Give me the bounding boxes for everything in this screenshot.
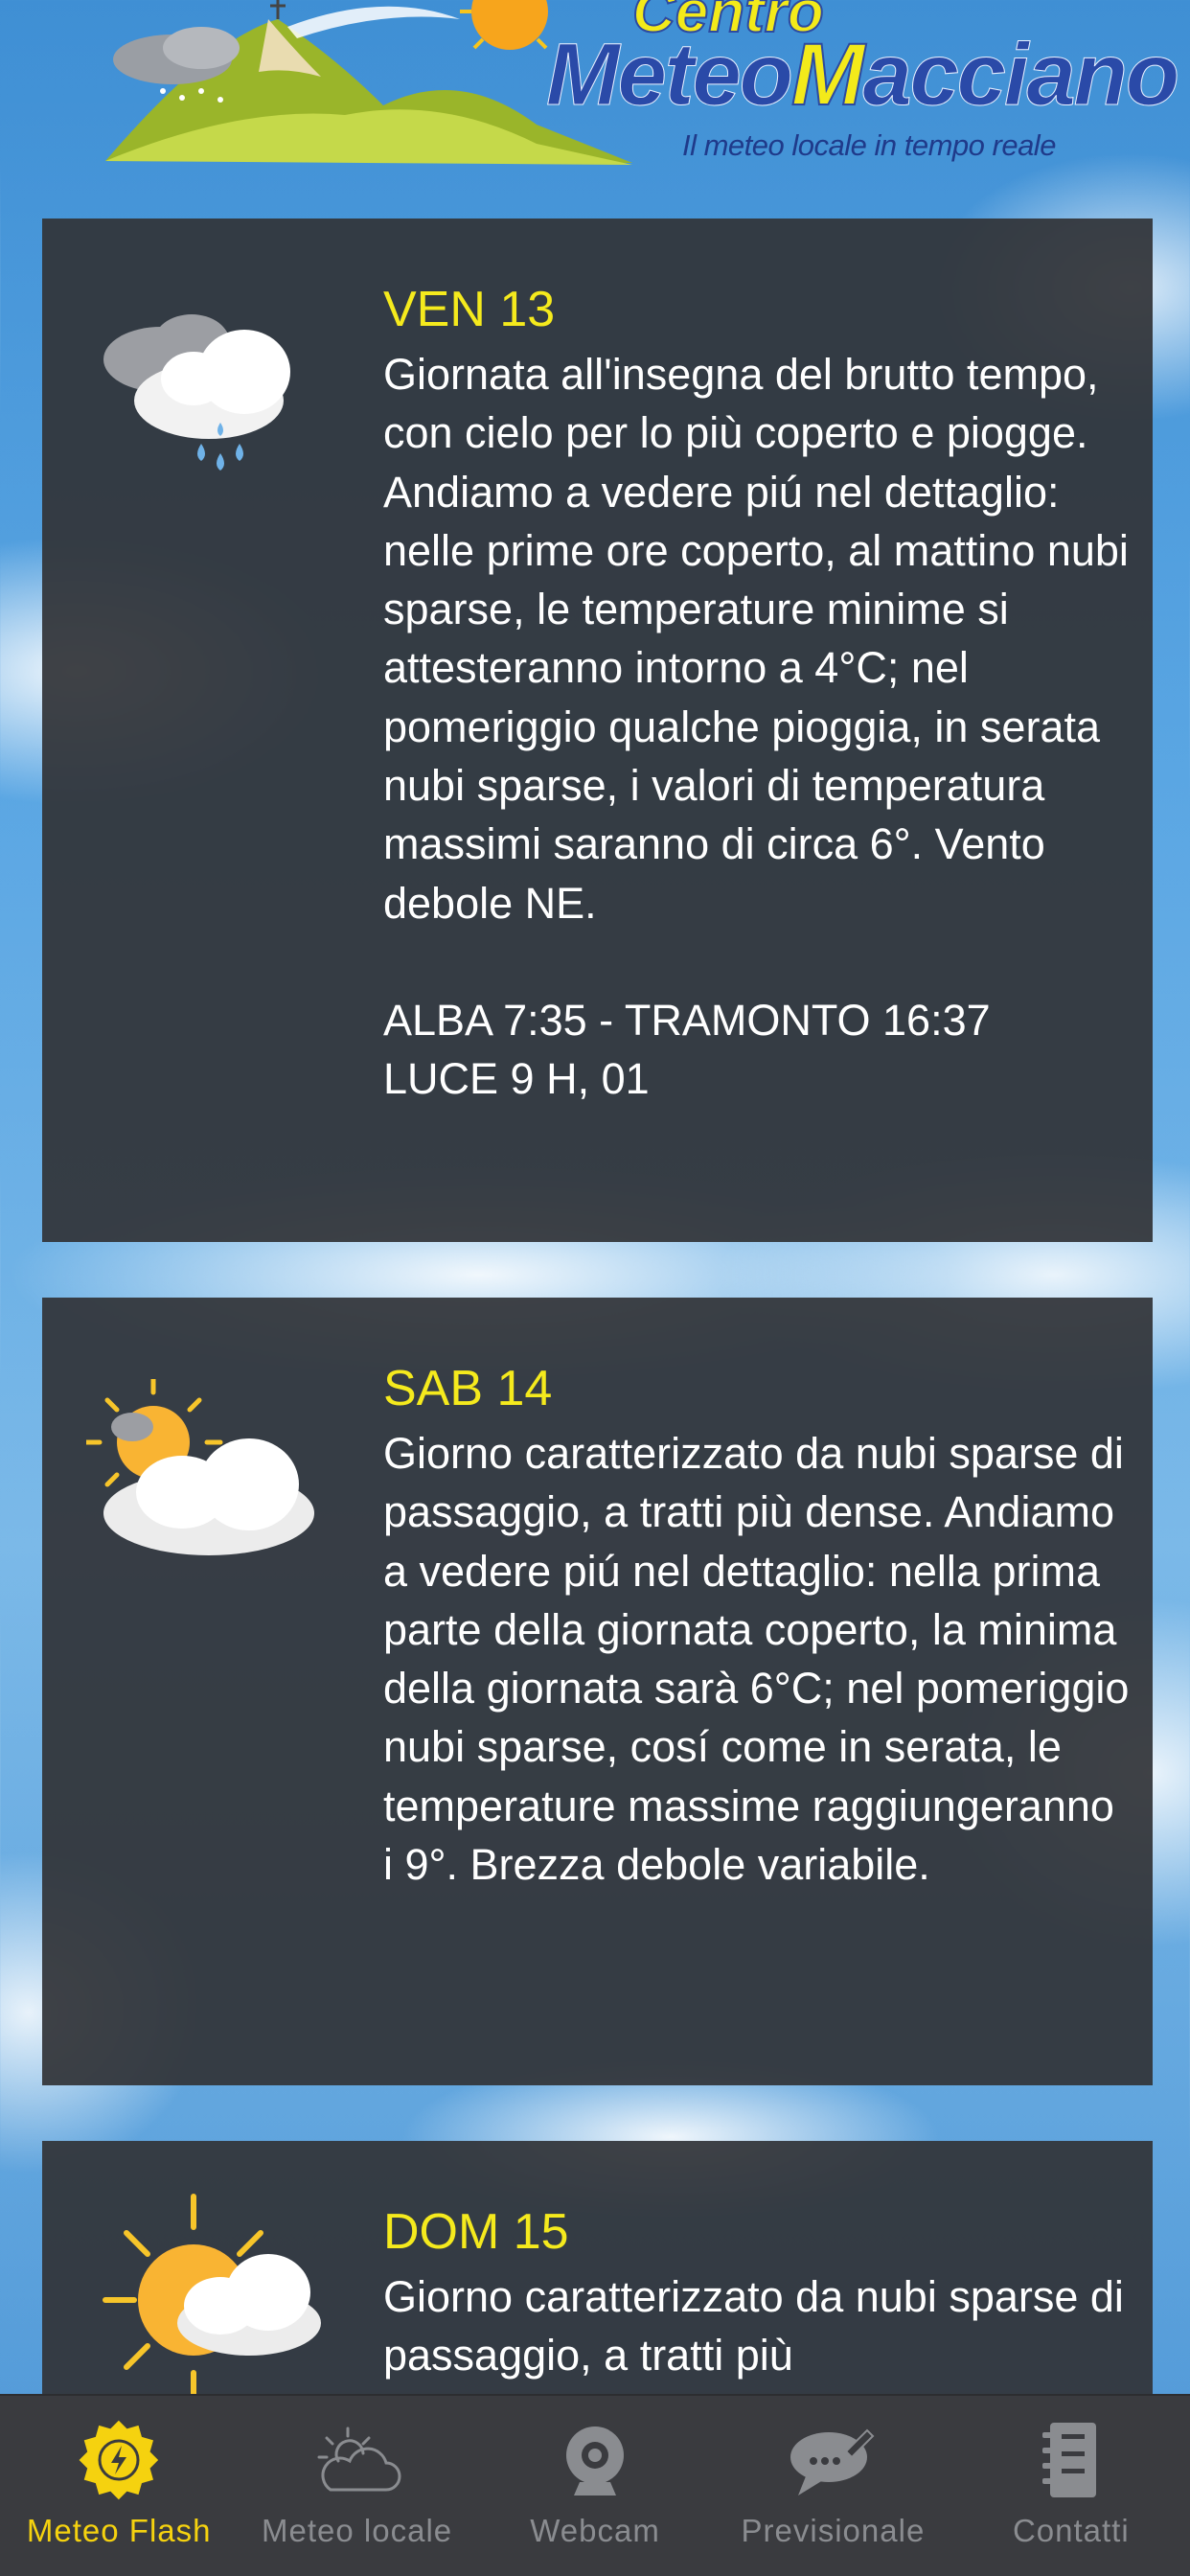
forecast-description: Giorno caratterizzato da nubi sparse di … — [383, 1429, 1130, 1890]
tab-label: Meteo Flash — [26, 2513, 212, 2548]
tab-bar: Meteo Flash Meteo locale Webcam Previsio… — [0, 2394, 1190, 2576]
sunrise-sunset: ALBA 7:35 - TRAMONTO 16:37 — [383, 995, 991, 1045]
tab-label: Meteo locale — [262, 2513, 453, 2548]
sun-cloud-icon — [103, 2194, 321, 2406]
logo-subtitle: Il meteo locale in tempo reale — [682, 128, 1056, 162]
logo-m-initial: M — [790, 26, 866, 124]
tab-label: Webcam — [530, 2513, 660, 2548]
forecast-card: VEN 13 Giornata all'insegna del brutto t… — [42, 218, 1153, 1242]
webcam-icon — [566, 2426, 625, 2496]
forecast-description: Giorno caratterizzato da nubi sparse di … — [383, 2272, 1124, 2380]
rain-cloud-icon — [103, 314, 290, 471]
tab-meteo-flash[interactable]: Meteo Flash — [0, 2396, 238, 2576]
logo-macciano-text: acciano — [862, 26, 1180, 124]
logo-main-text: MeteoMacciano — [546, 30, 1180, 120]
tab-contatti[interactable]: Contatti — [952, 2396, 1190, 2576]
logo-meteo-text: Meteo — [546, 26, 794, 124]
tab-webcam[interactable]: Webcam — [476, 2396, 714, 2576]
chat-bubble-icon — [790, 2428, 875, 2496]
sun-cloud-outline-icon — [317, 2426, 401, 2492]
daylight-hours: LUCE 9 H, 01 — [383, 1054, 650, 1104]
lightning-badge-icon — [79, 2420, 159, 2500]
day-title: SAB 14 — [383, 1361, 553, 1416]
tab-previsionale[interactable]: Previsionale — [714, 2396, 951, 2576]
sun-info: ALBA 7:35 - TRAMONTO 16:37 LUCE 9 H, 01 — [383, 991, 1131, 1109]
header-logo: Centro MeteoMacciano Il meteo locale in … — [0, 0, 1190, 211]
tab-meteo-locale[interactable]: Meteo locale — [238, 2396, 475, 2576]
partly-cloudy-icon — [86, 1379, 314, 1555]
day-title: DOM 15 — [383, 2204, 569, 2260]
tab-label: Previsionale — [741, 2513, 926, 2548]
day-title: VEN 13 — [383, 282, 556, 337]
forecast-description: Giornata all'insegna del brutto tempo, c… — [383, 350, 1129, 928]
notebook-icon — [1041, 2423, 1096, 2497]
tab-label: Contatti — [1012, 2513, 1130, 2548]
forecast-card: SAB 14 Giorno caratterizzato da nubi spa… — [42, 1298, 1153, 2085]
